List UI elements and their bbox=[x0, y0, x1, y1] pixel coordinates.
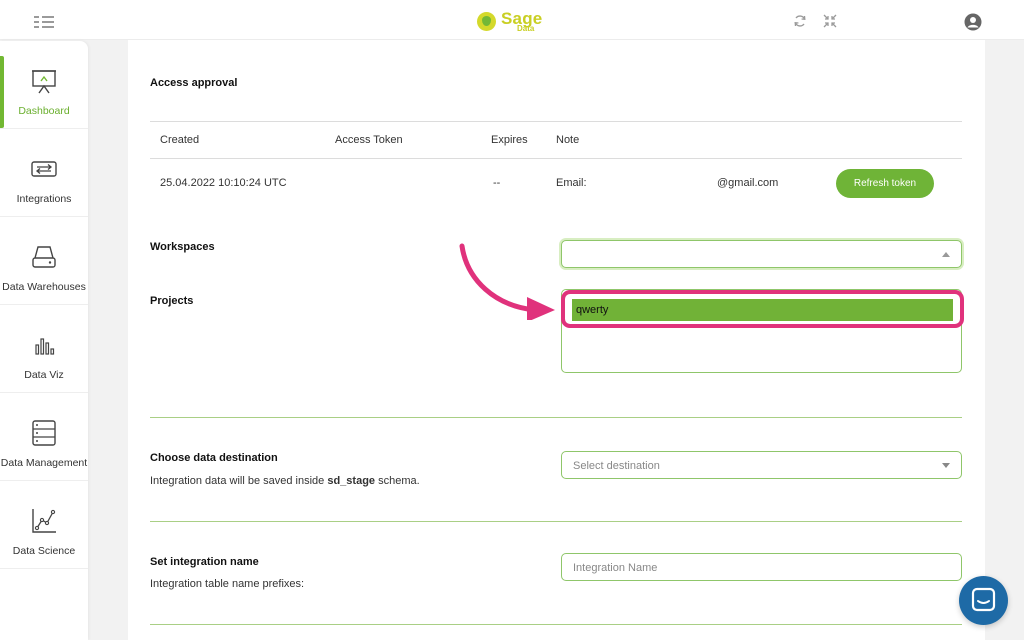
access-approval-title: Access approval bbox=[150, 77, 238, 89]
integration-name-title: Set integration name bbox=[150, 556, 259, 568]
logo-mark-icon bbox=[477, 11, 496, 31]
divider bbox=[150, 624, 962, 625]
integration-name-placeholder: Integration Name bbox=[573, 562, 658, 574]
divider bbox=[150, 158, 962, 159]
bar-chart-icon bbox=[35, 338, 55, 355]
sidebar-item-label: Dashboard bbox=[18, 105, 70, 117]
divider bbox=[150, 121, 962, 122]
sidebar-item-label: Data Science bbox=[12, 545, 76, 557]
caret-up-icon bbox=[942, 252, 950, 257]
collapse-icon[interactable] bbox=[823, 14, 837, 28]
presentation-board-icon bbox=[32, 70, 56, 94]
user-avatar-icon[interactable] bbox=[964, 13, 982, 31]
projects-label: Projects bbox=[150, 295, 194, 307]
divider bbox=[150, 417, 962, 418]
sidebar: Dashboard Integrations Data Warehouses D… bbox=[0, 41, 88, 640]
refresh-icon[interactable] bbox=[793, 14, 807, 28]
hard-drive-icon bbox=[32, 246, 56, 268]
server-rack-icon bbox=[32, 420, 56, 446]
line-graph-icon bbox=[32, 509, 56, 533]
cell-expires: -- bbox=[493, 177, 501, 189]
column-header-note: Note bbox=[556, 134, 580, 146]
workspaces-select[interactable] bbox=[561, 240, 962, 268]
annotation-arrow-icon bbox=[459, 243, 555, 320]
main-panel: Access approval Created Access Token Exp… bbox=[128, 40, 985, 640]
divider bbox=[150, 521, 962, 522]
arrows-swap-icon bbox=[31, 161, 57, 177]
cell-created: 25.04.2022 10:10:24 UTC bbox=[160, 177, 287, 189]
destination-select[interactable]: Select destination bbox=[561, 451, 962, 479]
column-header-created: Created bbox=[160, 134, 200, 146]
sidebar-item-data-management[interactable]: Data Management bbox=[0, 393, 88, 481]
integration-name-description: Integration table name prefixes: bbox=[150, 578, 305, 590]
projects-listbox[interactable]: qwerty bbox=[561, 289, 962, 373]
destination-title: Choose data destination bbox=[150, 452, 278, 464]
schema-name: sd_stage bbox=[327, 475, 376, 487]
destination-description: Integration data will be saved inside sd… bbox=[150, 475, 420, 487]
project-option[interactable]: qwerty bbox=[572, 299, 953, 321]
menu-toggle-icon[interactable] bbox=[34, 16, 54, 28]
chat-icon bbox=[971, 587, 996, 612]
column-header-access-token: Access Token bbox=[335, 134, 403, 146]
sidebar-item-data-warehouses[interactable]: Data Warehouses bbox=[0, 217, 88, 305]
destination-placeholder: Select destination bbox=[573, 460, 660, 472]
sidebar-item-integrations[interactable]: Integrations bbox=[0, 129, 88, 217]
chevron-down-icon bbox=[942, 463, 950, 468]
sidebar-item-data-viz[interactable]: Data Viz bbox=[0, 305, 88, 393]
sidebar-item-label: Integrations bbox=[16, 193, 72, 205]
cell-note-label: Email: bbox=[556, 177, 587, 189]
sidebar-item-label: Data Warehouses bbox=[2, 281, 86, 293]
top-bar: Sage Data bbox=[0, 0, 1024, 40]
column-header-expires: Expires bbox=[491, 134, 528, 146]
chat-launcher-button[interactable] bbox=[959, 576, 1008, 625]
logo-sub: Data bbox=[517, 23, 535, 33]
logo[interactable]: Sage Data bbox=[477, 8, 542, 34]
integration-name-input[interactable]: Integration Name bbox=[561, 553, 962, 581]
refresh-token-button[interactable]: Refresh token bbox=[836, 169, 934, 198]
sidebar-item-data-science[interactable]: Data Science bbox=[0, 481, 88, 569]
cell-note-email: @gmail.com bbox=[717, 177, 779, 189]
sidebar-item-label: Data Viz bbox=[24, 369, 64, 381]
workspaces-label: Workspaces bbox=[150, 241, 215, 253]
sidebar-item-dashboard[interactable]: Dashboard bbox=[0, 41, 88, 129]
sidebar-item-label: Data Management bbox=[0, 457, 88, 469]
